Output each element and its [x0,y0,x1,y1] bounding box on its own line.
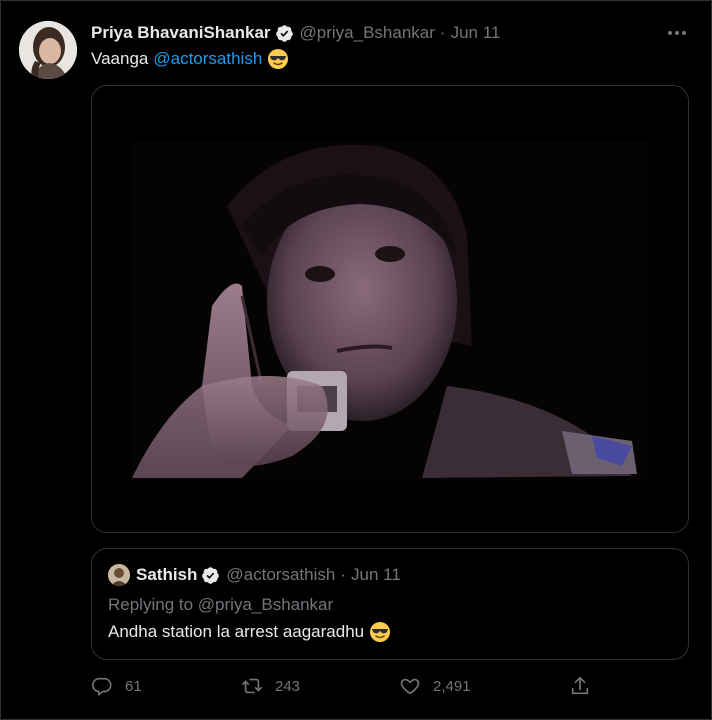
more-options-icon[interactable] [665,23,689,43]
author-avatar[interactable] [19,21,77,79]
share-icon [571,676,589,695]
sunglasses-face-emoji-icon [369,621,391,643]
separator-dot: · [340,565,346,584]
replying-prefix: Replying to [108,595,194,614]
author-name[interactable]: Priya BhavaniShankar [91,23,271,43]
like-button[interactable]: 2,491 [399,671,471,701]
tweet-text: Vaanga @actorsathish [91,47,289,71]
quoted-tweet-text: Andha station la arrest aagaradhu [108,621,391,643]
quoted-tweet[interactable]: Sathish @actorsathish · Jun 11 Replying … [91,548,689,660]
tweet-header: Priya BhavaniShankar @priya_Bshankar · J… [91,21,691,45]
retweet-icon [242,678,262,694]
tweet-media-image[interactable] [91,85,689,533]
like-count: 2,491 [433,677,471,695]
heart-icon [400,678,420,695]
person-portrait-image-icon [92,86,688,532]
mention-link[interactable]: @actorsathish [153,47,262,71]
tweet-actions-bar: 61 243 2,491 [91,671,691,701]
verified-badge-icon [275,24,294,43]
reply-button[interactable]: 61 [91,671,142,701]
tweet-date[interactable]: Jun 11 [451,23,501,43]
quoted-tweet-date[interactable]: Jun 11 [351,565,401,585]
quoted-author-handle[interactable]: @actorsathish [226,565,335,585]
replying-to-mention[interactable]: @priya_Bshankar [198,595,333,614]
sunglasses-face-emoji-icon [267,48,289,70]
quoted-author-name[interactable]: Sathish [136,565,197,585]
reply-count: 61 [125,677,142,695]
quoted-author-avatar[interactable] [108,564,130,586]
retweet-button[interactable]: 243 [241,671,300,701]
reply-icon [92,677,112,696]
retweet-count: 243 [275,677,301,695]
author-handle[interactable]: @priya_Bshankar [300,23,435,43]
quoted-tweet-header: Sathish @actorsathish · Jun 11 [108,564,401,586]
tweet-card[interactable]: Priya BhavaniShankar @priya_Bshankar · J… [0,0,712,720]
tweet-text-prefix: Vaanga [91,49,149,68]
share-button[interactable] [569,671,603,701]
verified-badge-icon [201,566,220,585]
separator-dot: · [439,23,446,42]
quoted-text-body: Andha station la arrest aagaradhu [108,622,365,641]
replying-to-line: Replying to @priya_Bshankar [108,595,333,615]
